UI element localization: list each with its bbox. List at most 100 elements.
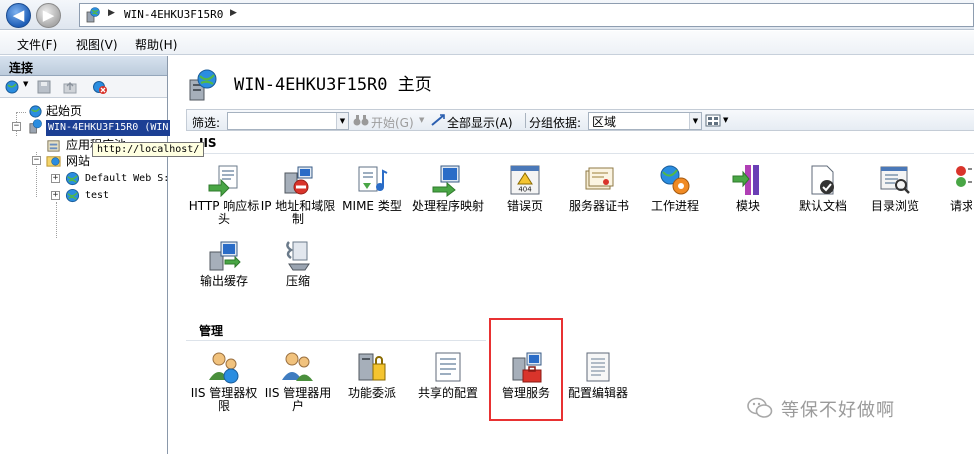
group-by-select[interactable]: 区域 ▼ [588,112,702,130]
tree-expander-test-site[interactable]: + [51,191,60,200]
default-document-icon [811,165,834,195]
feature-label: 功能委派 [347,386,396,400]
server-icon [29,119,42,134]
view-mode-dropdown-icon[interactable]: ▼ [723,116,728,124]
filter-label: 筛选: [192,116,221,130]
start-dropdown-icon[interactable]: ▼ [419,116,424,124]
app-pool-icon [47,140,60,152]
show-all-button[interactable]: 全部显示(A) [447,114,513,131]
connections-panel: 连接 ▼ 起始页 − WIN-4EHKU3F15R0 (WIN − 网站 + D… [0,56,171,454]
filter-dropdown-icon[interactable]: ▼ [336,113,348,129]
up-folder-icon[interactable] [62,79,78,95]
modules-icon [732,165,759,195]
feature-delegation[interactable]: 功能委派 [333,350,411,400]
main-panel: WIN-4EHKU3F15R0 主页 筛选: ▼ 开始(G) ▼ 全部显示(A)… [172,56,974,454]
server-globe-icon [86,7,100,23]
feature-label: MIME 类型 [342,199,402,213]
breadcrumb-server[interactable]: WIN-4EHKU3F15R0 [124,8,223,21]
tree-guide [56,202,57,238]
tree-expander-server[interactable]: − [12,122,21,131]
menu-file[interactable]: 文件(F) [17,36,57,53]
feature-label: 错误页 [506,199,543,213]
feature-label: 默认文档 [798,199,847,213]
start-filter-button[interactable]: 开始(G) [371,114,414,131]
address-bar: ◀ ▶ ▶ WIN-4EHKU3F15R0 ▶ [0,0,974,30]
back-button[interactable]: ◀ [6,3,31,28]
tree-item-test[interactable]: test [85,188,109,204]
back-arrow-icon: ◀ [12,6,25,24]
server-certificates-icon [585,167,614,190]
connect-globe-icon[interactable] [5,79,21,95]
group-by-label: 分组依据: [529,116,582,130]
tree-item-start-page[interactable]: 起始页 [46,103,82,119]
connections-title: 连接 [0,56,167,76]
group-by-dropdown-icon[interactable]: ▼ [689,113,701,129]
feature-iis-manager-permissions[interactable]: IIS 管理器权限 [185,350,263,413]
request-filtering-icon [956,166,972,187]
filter-bar: 筛选: ▼ 开始(G) ▼ 全部显示(A) 分组依据: 区域 ▼ ▼ [186,109,974,131]
feature-label: 共享的配置 [417,386,478,400]
feature-label: 输出缓存 [199,274,248,288]
tree-guide [16,112,26,113]
feature-ip-domain-restrictions[interactable]: IP 地址和域限制 [259,163,337,226]
tree-item-server[interactable]: WIN-4EHKU3F15R0 (WIN [46,120,171,136]
feature-default-document[interactable]: 默认文档 [784,163,862,213]
disconnect-icon[interactable] [92,79,108,95]
feature-configuration-editor[interactable]: 配置编辑器 [559,350,637,400]
configuration-editor-icon [586,352,610,382]
feature-mime-types[interactable]: MIME 类型 [333,163,411,213]
feature-iis-manager-users[interactable]: IIS 管理器用户 [259,350,337,413]
feature-label: 工作进程 [650,199,699,213]
menu-view[interactable]: 视图(V) [76,36,118,53]
mime-types-icon [358,166,388,192]
feature-directory-browsing[interactable]: 目录浏览 [856,163,934,213]
show-all-icon [431,114,445,126]
feature-http-response-headers[interactable]: HTTP 响应标头 [185,163,263,226]
feature-label: 服务器证书 [568,199,629,213]
feature-label: 目录浏览 [870,199,919,213]
output-caching-icon [209,241,241,271]
tooltip-url: http://localhost/ [92,142,205,157]
group-divider [186,153,974,154]
http-headers-icon [208,165,238,197]
tree-item-sites[interactable]: 网站 [66,153,90,169]
compression-icon [286,241,310,271]
group-divider [186,340,486,341]
feature-output-caching[interactable]: 输出缓存 [185,238,263,288]
feature-handler-mappings[interactable]: 处理程序映射 [409,163,487,213]
tree-item-default-web-site[interactable]: Default Web S: [85,171,169,187]
feature-modules[interactable]: 模块 [709,163,787,213]
directory-browsing-icon [880,166,910,194]
sites-folder-icon [46,156,61,167]
feature-compression[interactable]: 压缩 [259,238,337,288]
filter-input[interactable]: ▼ [227,112,349,130]
feature-server-certificates[interactable]: 服务器证书 [560,163,638,213]
feature-delegation-icon [358,353,386,381]
feature-label: 模块 [735,199,760,213]
forward-button[interactable]: ▶ [36,3,61,28]
feature-shared-configuration[interactable]: 共享的配置 [409,350,487,400]
toolbar-separator [525,113,526,128]
address-box[interactable]: ▶ WIN-4EHKU3F15R0 ▶ [79,3,974,27]
page-title: WIN-4EHKU3F15R0 主页 [234,75,432,95]
highlight-box [489,318,563,421]
error-page-icon: 404 [510,165,540,195]
connect-dropdown-icon[interactable]: ▼ [23,80,28,88]
menu-help[interactable]: 帮助(H) [135,36,177,53]
breadcrumb-separator[interactable]: ▶ [230,8,237,18]
feature-label: IIS 管理器权限 [190,386,258,413]
feature-request-filtering[interactable]: 请求 [928,163,972,213]
breadcrumb-separator[interactable]: ▶ [108,8,115,18]
view-mode-icon[interactable] [705,114,721,127]
tree-expander-sites[interactable]: − [32,156,41,165]
save-icon[interactable] [36,79,52,95]
tree-expander-default-site[interactable]: + [51,174,60,183]
wechat-icon [747,397,773,418]
worker-processes-icon [660,165,690,195]
feature-error-pages[interactable]: 404 错误页 [486,163,564,213]
feature-label: HTTP 响应标头 [188,199,260,226]
manager-permissions-icon [209,352,239,384]
feature-worker-processes[interactable]: 工作进程 [636,163,714,213]
server-home-icon [189,69,217,101]
handler-mappings-icon [432,165,460,197]
